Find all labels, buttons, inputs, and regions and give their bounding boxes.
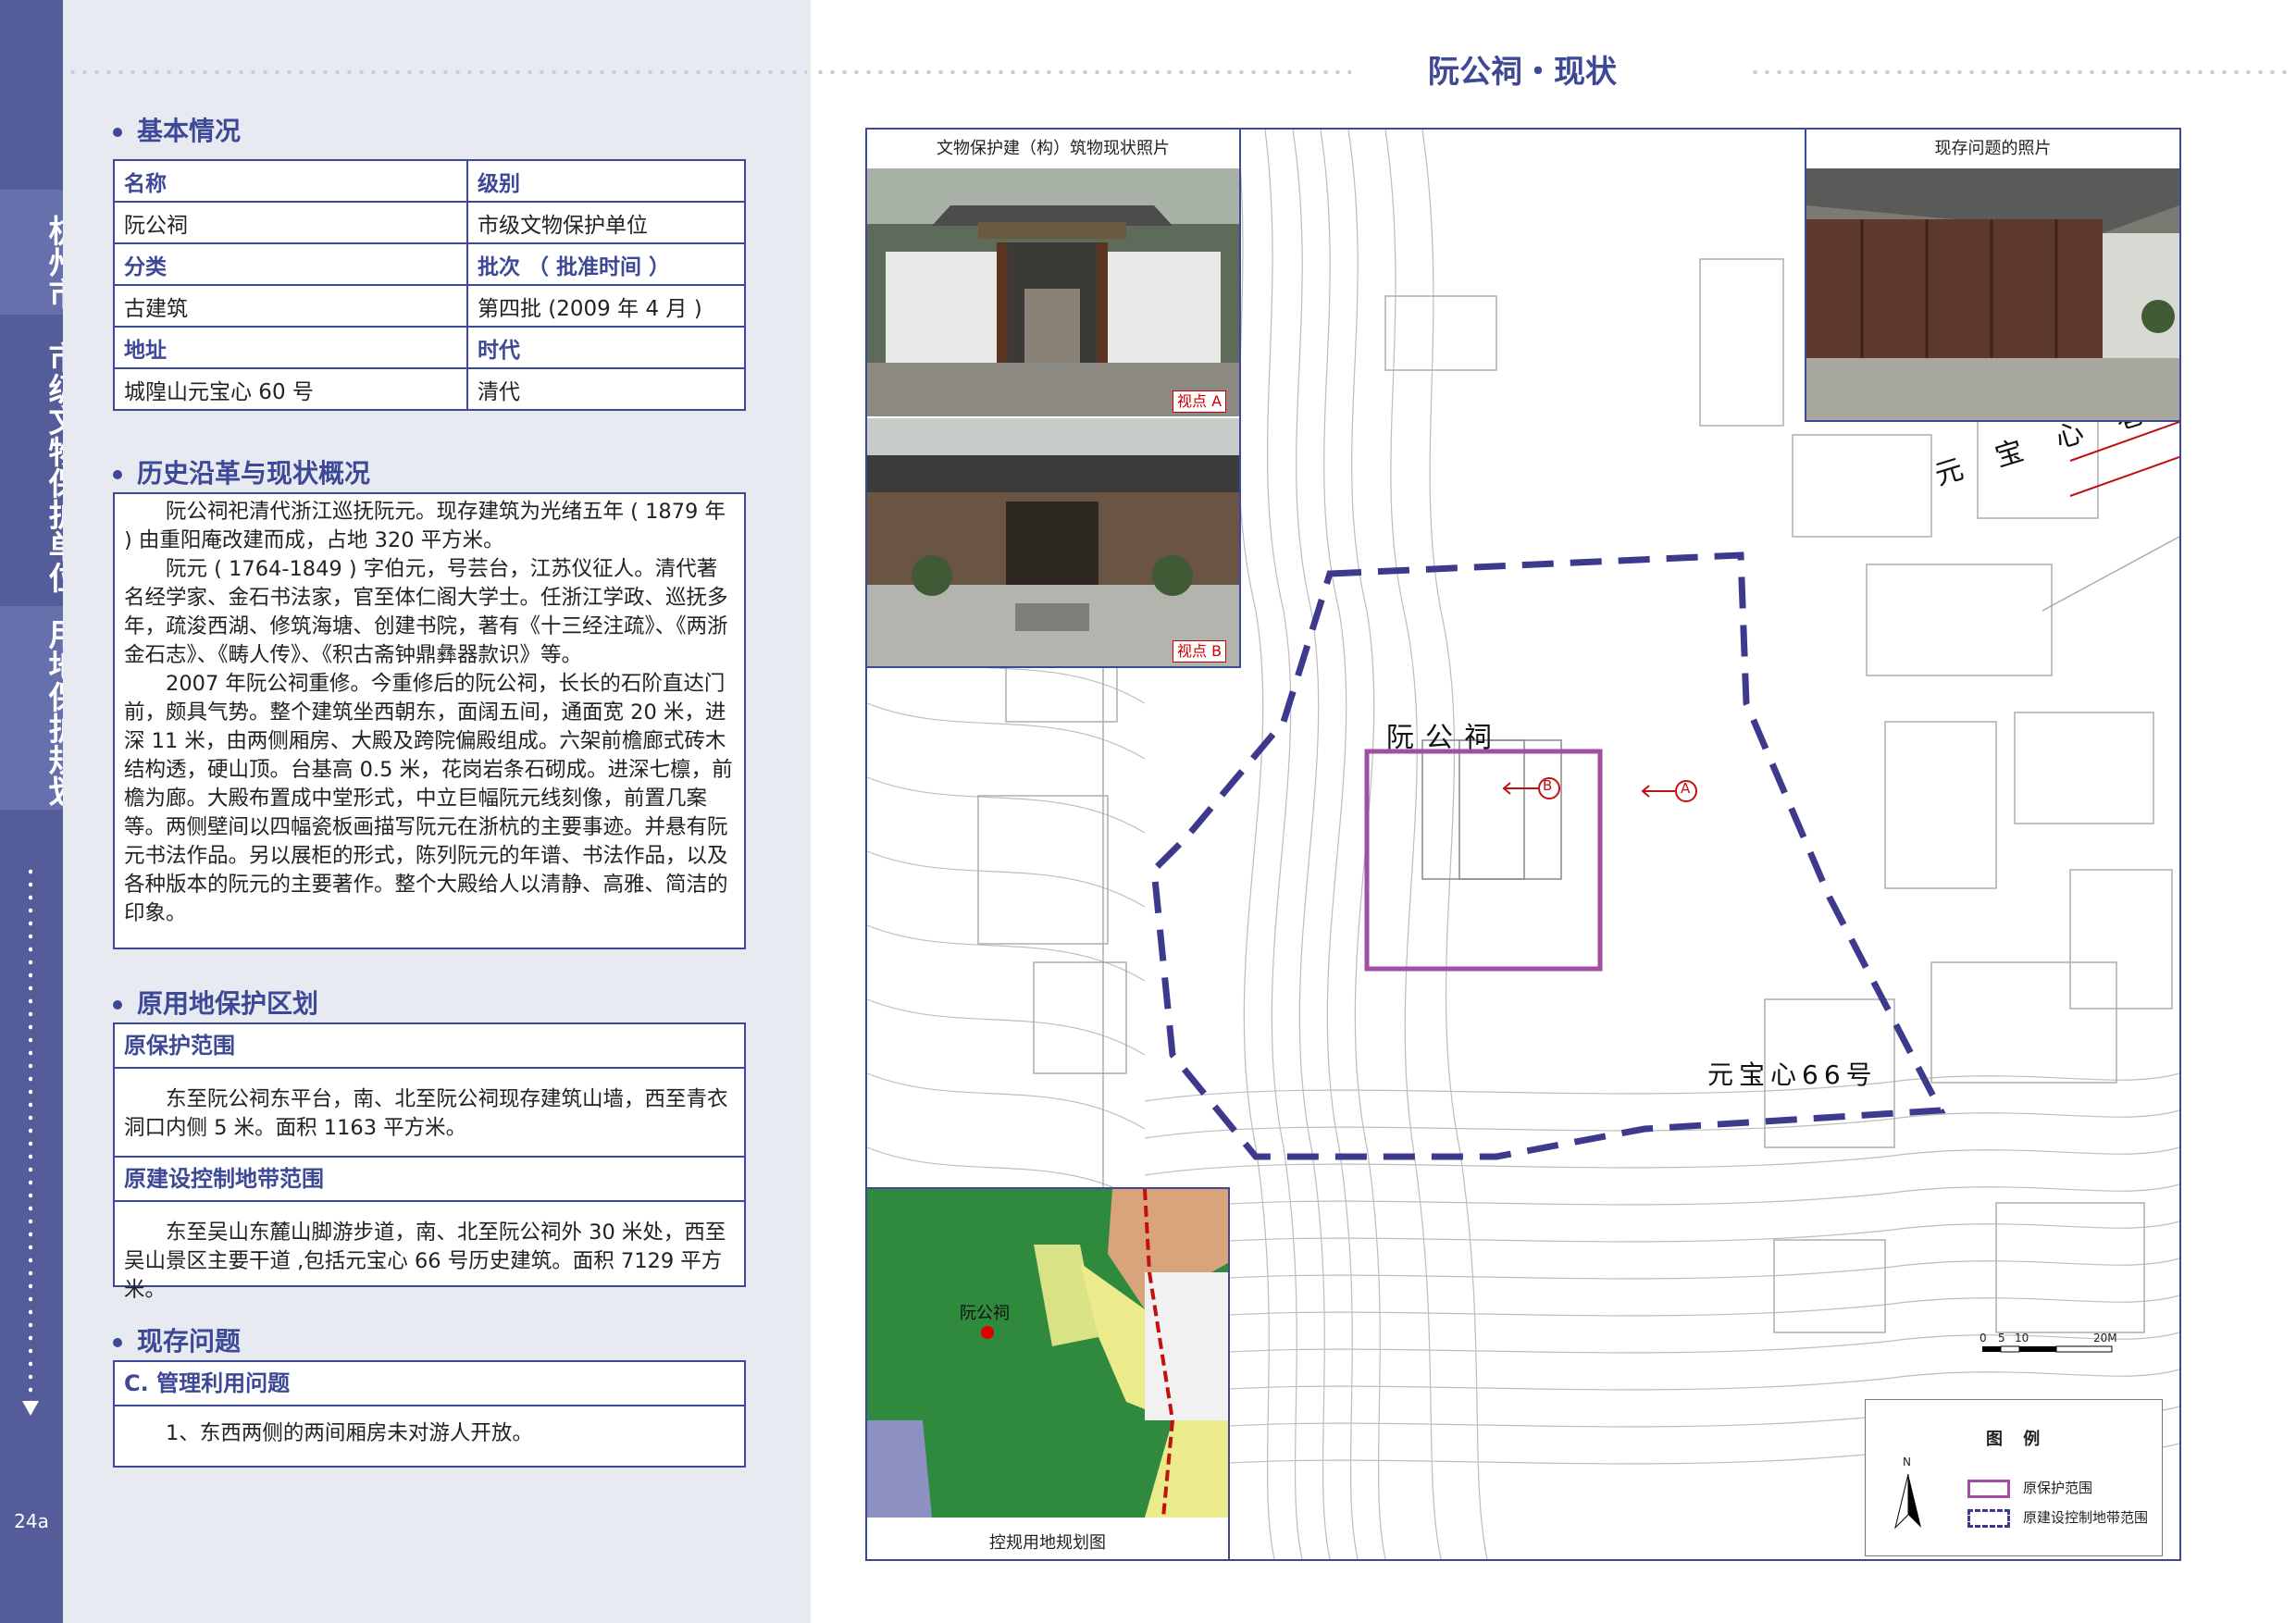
table-row: 古建筑 第四批 (2009 年 4 月 ) (113, 284, 746, 328)
legend-item-control: 原建设控制地带范围 (2023, 1509, 2149, 1526)
history-paragraph: 2007 年阮公祠重修。今重修后的阮公祠，长长的石阶直达门前，颇具气势。整个建筑… (124, 672, 733, 925)
chevron-down-icon (22, 1401, 39, 1416)
section-basic-title: 基本情况 (113, 111, 241, 148)
table-cell-header: 级别 (466, 159, 746, 203)
bullet-icon (113, 1338, 122, 1347)
scale-label: 20M (2093, 1332, 2117, 1344)
top-dotted-rule-mid (814, 70, 1351, 74)
map-legend: 图 例 N 原保护范围 原建设控制地带范围 (1865, 1399, 2163, 1556)
section-issues-label: 现存问题 (137, 1326, 242, 1357)
table-cell-header: 分类 (113, 242, 468, 286)
table-cell: 第四批 (2009 年 4 月 ) (466, 284, 746, 328)
bullet-icon (113, 1000, 122, 1010)
bullet-icon (113, 128, 122, 137)
page-number: 24a (14, 1510, 49, 1532)
marker-a-label: A (1681, 780, 1691, 797)
protect-range-boundary (1364, 749, 1603, 972)
table-cell: 清代 (466, 367, 746, 411)
table-cell-header: 地址 (113, 326, 468, 369)
photo-view-b (867, 418, 1239, 666)
table-cell: 城隍山元宝心 60 号 (113, 367, 468, 411)
table-row: 名称 级别 (113, 159, 746, 203)
landuse-plan-panel: 阮公祠 控规用地规划图 (865, 1187, 1230, 1561)
section-history-label: 历史沿革与现状概况 (137, 458, 371, 489)
landuse-plan-map (867, 1189, 1228, 1518)
scale-label: 10 (2015, 1332, 2029, 1344)
sidebar-dotted-line (29, 865, 32, 1402)
history-box: 阮公祠祀清代浙江巡抚阮元。现存建筑为光绪五年 ( 1879 年 ) 由重阳庵改建… (113, 492, 746, 949)
bullet-icon (113, 470, 122, 479)
scale-label: 0 (1980, 1332, 1987, 1344)
history-text: 阮公祠祀清代浙江巡抚阮元。现存建筑为光绪五年 ( 1879 年 ) 由重阳庵改建… (115, 494, 744, 932)
table-cell: 阮公祠 (113, 201, 468, 244)
top-dotted-rule-left (67, 70, 807, 74)
current-photos-caption: 文物保护建（构）筑物现状照片 (937, 139, 1170, 158)
scale-bar: 0 5 10 20M (1978, 1330, 2117, 1360)
basic-info-table: 名称 级别 阮公祠 市级文物保护单位 分类 批次 （ 批准时间 ） 古建筑 第四批 (2… (113, 159, 746, 411)
history-paragraph: 阮元 ( 1764-1849 ) 字伯元，号芸台，江苏仪征人。清代著名经学家、金… (124, 557, 728, 667)
map-label-house: 元宝心66号 (1707, 1059, 1878, 1090)
legend-title: 图 例 (1986, 1430, 2048, 1449)
north-label: N (1903, 1456, 1911, 1468)
section-history-title: 历史沿革与现状概况 (113, 453, 370, 490)
marker-b-label: B (1543, 777, 1553, 794)
table-cell: 古建筑 (113, 284, 468, 328)
control-zone-paragraph: 东至吴山东麓山脚游步道，南、北至阮公祠外 30 米处，西至吴山景区主要干道 ,包… (124, 1220, 726, 1302)
protect-range-title: 原保护范围 (115, 1024, 744, 1069)
section-zoning-label: 原用地保护区划 (137, 988, 319, 1019)
table-cell-header: 时代 (466, 326, 746, 369)
control-zone-text: 东至吴山东麓山脚游步道，南、北至阮公祠外 30 米处，西至吴山景区主要干道 ,包… (115, 1202, 744, 1308)
landuse-site-label: 阮公祠 (960, 1304, 1010, 1323)
issue-photo-panel: 现存问题的照片 (1805, 128, 2181, 422)
table-row: 地址 时代 (113, 326, 746, 369)
table-row: 城隍山元宝心 60 号清代 (113, 367, 746, 411)
map-label-site: 阮公祠 (1386, 722, 1503, 754)
view-a-tag: 视点 A (1173, 390, 1227, 413)
scale-label: 5 (1998, 1332, 2005, 1344)
table-cell-header: 名称 (113, 159, 468, 203)
page-title: 阮公祠・现状 (1428, 54, 1617, 91)
landuse-caption: 控规用地规划图 (989, 1533, 1106, 1553)
legend-swatch-protect (1967, 1480, 2010, 1498)
issue-photo-caption: 现存问题的照片 (1934, 139, 2052, 158)
control-zone-title: 原建设控制地带范围 (115, 1158, 744, 1202)
issue-photo (1806, 168, 2179, 420)
section-basic-label: 基本情况 (137, 116, 242, 146)
current-photos-panel: 文物保护建（构）筑物现状照片 视点 A 视点 B (865, 128, 1241, 668)
history-paragraph: 阮公祠祀清代浙江巡抚阮元。现存建筑为光绪五年 ( 1879 年 ) 由重阳庵改建… (124, 500, 726, 552)
issues-paragraph: 1、东西两侧的两间厢房未对游人开放。 (166, 1421, 533, 1445)
table-row: 分类 批次 （ 批准时间 ） (113, 242, 746, 286)
section-issues-title: 现存问题 (113, 1321, 241, 1358)
top-dotted-rule-right (1749, 70, 2290, 74)
view-b-tag: 视点 B (1173, 640, 1227, 663)
issues-text: 1、东西两侧的两间厢房未对游人开放。 (115, 1406, 744, 1452)
protect-range-text: 东至阮公祠东平台，南、北至阮公祠现存建筑山墙，西至青衣洞口内侧 5 米。面积 1… (115, 1069, 744, 1158)
legend-item-protect: 原保护范围 (2023, 1480, 2093, 1496)
protect-range-paragraph: 东至阮公祠东平台，南、北至阮公祠现存建筑山墙，西至青衣洞口内侧 5 米。面积 1… (124, 1087, 728, 1140)
zoning-box: 原保护范围 东至阮公祠东平台，南、北至阮公祠现存建筑山墙，西至青衣洞口内侧 5 … (113, 1022, 746, 1302)
sidebar: 杭州市 市级文物保护单位 用地保护规划 24a (0, 0, 80, 1623)
section-zoning-title: 原用地保护区划 (113, 984, 318, 1021)
legend-swatch-control (1967, 1509, 2010, 1528)
issues-box: C. 管理利用问题 1、东西两侧的两间厢房未对游人开放。 (113, 1360, 746, 1468)
photo-view-a (867, 168, 1239, 416)
table-cell: 市级文物保护单位 (466, 201, 746, 244)
table-cell-header: 批次 （ 批准时间 ） (466, 242, 746, 286)
table-row: 阮公祠 市级文物保护单位 (113, 201, 746, 244)
issues-subtitle: C. 管理利用问题 (115, 1362, 744, 1406)
